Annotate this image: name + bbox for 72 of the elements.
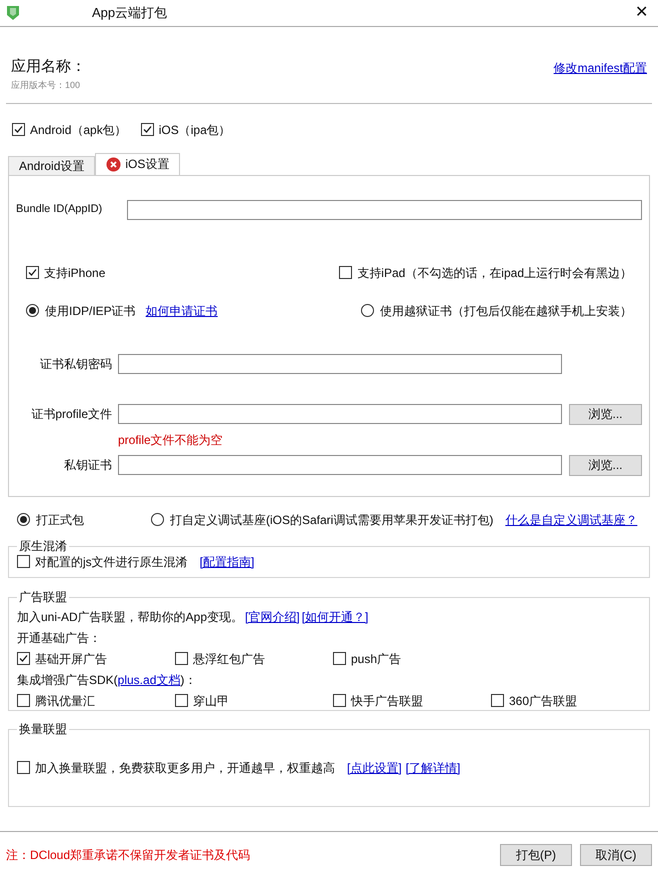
field-label: 证书profile文件 xyxy=(30,406,112,423)
checkbox[interactable] xyxy=(333,652,346,665)
input-field[interactable] xyxy=(118,404,562,424)
checkbox[interactable] xyxy=(175,694,188,707)
checkbox[interactable] xyxy=(333,694,346,707)
checkbox[interactable] xyxy=(175,652,188,665)
dialog-button[interactable]: 打包(P) xyxy=(500,844,572,866)
option-label: 打自定义调试基座(iOS的Safari调试需要用苹果开发证书打包) xyxy=(170,512,494,528)
link[interactable]: [如何开通？] xyxy=(302,608,368,626)
radio-button[interactable] xyxy=(361,304,374,317)
link[interactable]: [点此设置] xyxy=(347,758,402,776)
option-label: push广告 xyxy=(351,650,402,668)
field-label: 私钥证书 xyxy=(63,457,112,474)
tab[interactable]: Android设置 xyxy=(8,156,96,174)
radio-button[interactable] xyxy=(151,513,164,526)
platform-label: Android（apk包） xyxy=(30,122,127,138)
group-title: 换量联盟 xyxy=(17,720,69,736)
checkbox[interactable] xyxy=(12,123,25,136)
field-label: 证书私钥密码 xyxy=(39,356,112,372)
section-label: )： xyxy=(180,672,196,688)
checkbox[interactable] xyxy=(140,123,154,136)
option-label: 使用越狱证书（打包后仅能在越狱手机上安装） xyxy=(380,302,632,320)
checkbox[interactable] xyxy=(17,555,30,568)
radio-button[interactable] xyxy=(17,513,30,526)
link[interactable]: 什么是自定义调试基座？ xyxy=(505,510,638,528)
note-text: 注：DCloud郑重承诺不保留开发者证书及代码 xyxy=(6,846,250,864)
option-label: 基础开屏广告 xyxy=(35,650,107,668)
checkbox[interactable] xyxy=(17,761,30,774)
error-icon xyxy=(106,156,122,172)
close-button[interactable]: ✕ xyxy=(631,1,652,25)
error-text: profile文件不能为空 xyxy=(118,432,224,448)
option-label: 快手广告联盟 xyxy=(351,692,423,710)
link[interactable]: [了解详情] xyxy=(406,758,460,776)
app-icon xyxy=(6,5,20,21)
input-field[interactable] xyxy=(127,200,642,220)
input-field[interactable] xyxy=(118,354,562,374)
option-label: 对配置的js文件进行原生混淆 xyxy=(35,554,188,570)
option-label: 腾讯优量汇 xyxy=(35,692,95,710)
option-label: 穿山甲 xyxy=(193,692,229,710)
section-label: 集成增强广告SDK( xyxy=(17,672,118,688)
input-field[interactable] xyxy=(118,455,562,475)
version-text: 应用版本号：100 xyxy=(11,79,82,92)
checkbox[interactable] xyxy=(17,694,30,707)
option-label: 使用IDP/IEP证书 xyxy=(45,302,136,320)
dialog-button[interactable]: 取消(C) xyxy=(580,844,652,866)
checkbox[interactable] xyxy=(26,266,39,279)
option-label: 悬浮红包广告 xyxy=(193,650,265,668)
tab[interactable]: iOS设置 xyxy=(95,152,180,174)
checkbox[interactable] xyxy=(17,652,30,665)
group-title: 原生混淆 xyxy=(17,538,69,554)
checkbox[interactable] xyxy=(491,694,504,707)
option-label: 支持iPad（不勾选的话，在ipad上运行时会有黑边） xyxy=(357,264,632,282)
option-label: 加入换量联盟，免费获取更多用户，开通越早，权重越高 xyxy=(35,760,335,776)
section-label: 开通基础广告： xyxy=(17,630,102,646)
field-label: Bundle ID(AppID) xyxy=(16,202,104,218)
radio-button[interactable] xyxy=(26,304,39,317)
browse-button[interactable]: 浏览... xyxy=(569,404,642,424)
checkbox[interactable] xyxy=(339,266,352,279)
link[interactable]: [官网介绍] xyxy=(245,608,300,626)
intro-text: 加入uni-AD广告联盟，帮助你的App变现。 xyxy=(17,608,244,626)
app-name-label: 应用名称： xyxy=(11,57,86,77)
option-label: 支持iPhone xyxy=(44,264,106,282)
link[interactable]: 修改manifest配置 xyxy=(554,61,647,75)
link[interactable]: [配置指南] xyxy=(200,552,254,570)
platform-label: iOS（ipa包） xyxy=(158,122,231,138)
group-title: 广告联盟 xyxy=(17,588,69,604)
browse-button[interactable]: 浏览... xyxy=(569,454,642,476)
link[interactable]: plus.ad文档 xyxy=(118,670,180,688)
window-title: App云端打包 xyxy=(92,4,168,22)
option-label: 打正式包 xyxy=(36,512,84,528)
link[interactable]: 如何申请证书 xyxy=(146,302,218,320)
option-label: 360广告联盟 xyxy=(509,692,578,710)
